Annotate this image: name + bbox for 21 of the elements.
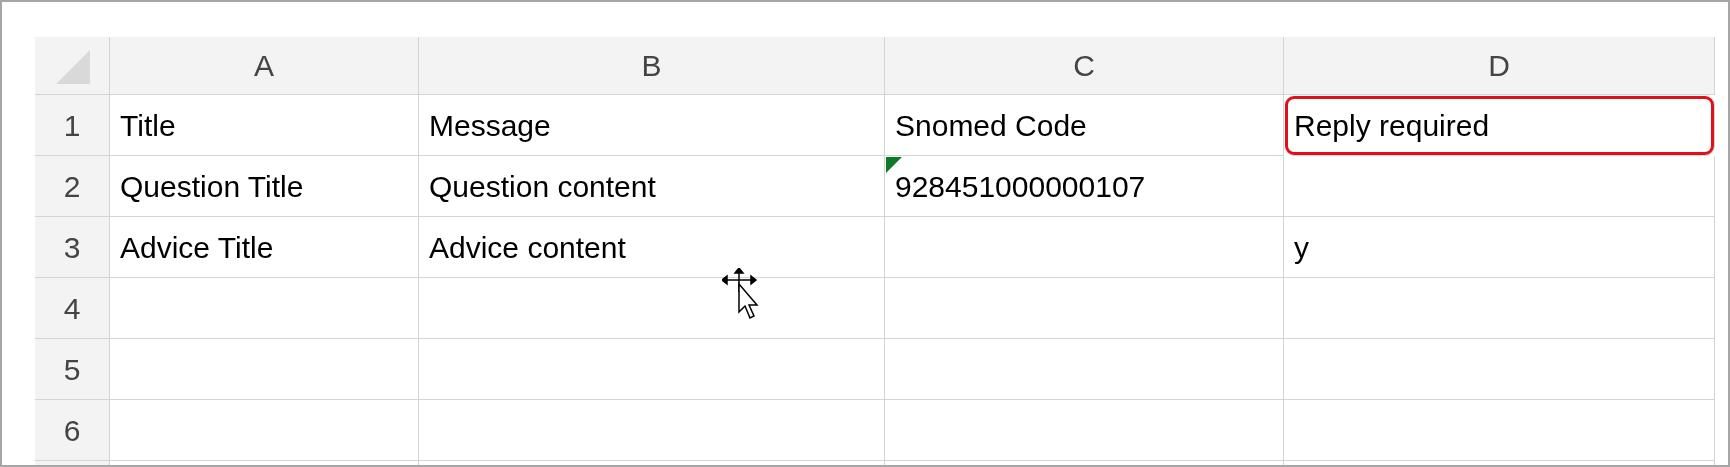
column-header[interactable]: C bbox=[885, 37, 1284, 95]
table-cell: y bbox=[1284, 217, 1715, 278]
error-indicator-icon bbox=[886, 157, 902, 173]
column-header[interactable]: D bbox=[1284, 37, 1715, 95]
column-header[interactable]: B bbox=[419, 37, 885, 95]
row-header[interactable]: 3 bbox=[35, 217, 110, 278]
row-header[interactable]: 6 bbox=[35, 400, 110, 461]
column-header[interactable]: A bbox=[110, 37, 419, 95]
table-cell: 928451000000107 bbox=[885, 156, 1284, 217]
row-header[interactable]: 1 bbox=[35, 95, 110, 156]
highlighted-cell: Reply required bbox=[1284, 95, 1715, 156]
table-cell: Question Title bbox=[110, 156, 419, 217]
row-header[interactable]: 2 bbox=[35, 156, 110, 217]
row-header[interactable]: 4 bbox=[35, 278, 110, 339]
table-cell: Title bbox=[110, 95, 419, 156]
select-all-corner[interactable] bbox=[35, 37, 110, 95]
row-header[interactable]: 5 bbox=[35, 339, 110, 400]
table-cell: Message bbox=[419, 95, 885, 156]
table-cell: Question content bbox=[419, 156, 885, 217]
table-cell: Snomed Code bbox=[885, 95, 1284, 156]
table-cell: Advice Title bbox=[110, 217, 419, 278]
